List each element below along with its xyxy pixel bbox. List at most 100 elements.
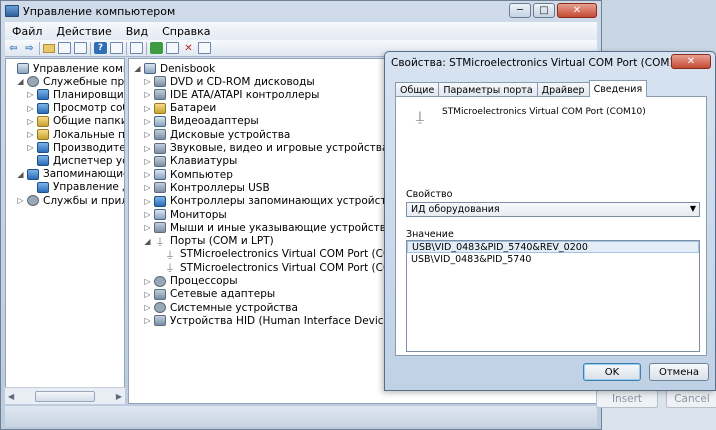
expand-arrow-icon[interactable]: ▷ [143,277,152,286]
value-list[interactable]: USB\VID_0483&PID_5740&REV_0200 USB\VID_0… [406,240,700,352]
scroll-left-icon[interactable]: ◀ [8,392,14,401]
expand-arrow-icon[interactable]: ▷ [143,303,152,312]
scroll-thumb[interactable] [35,390,95,402]
menu-action[interactable]: Действие [49,25,118,38]
collapse-arrow-icon[interactable]: ◢ [16,77,25,86]
console-tree-item[interactable]: ◢ Запоминающие устр [16,168,124,181]
expand-arrow-icon[interactable]: ▷ [26,130,35,139]
back-arrow-icon[interactable]: ⇦ [7,42,20,54]
console-tree-item[interactable]: ▷ Просмотр событ [26,102,124,115]
expand-arrow-icon[interactable]: ▷ [143,223,152,232]
title-bar[interactable]: Управление компьютером ─ □ ✕ [1,1,601,22]
expand-arrow-icon[interactable]: ▷ [143,144,152,153]
device-category-item[interactable]: ◢ ⍊ Порты (COM и LPT) [143,235,273,248]
menu-view[interactable]: Вид [119,25,155,38]
console-tree-item[interactable]: Диспетчер устро [26,154,124,167]
console-tree-item[interactable]: ▷ Службы и приложен [16,194,124,207]
collapse-arrow-icon[interactable]: ◢ [133,64,142,73]
tab-driver[interactable]: Драйвер [536,82,590,97]
console-tree-item[interactable]: ◢ Служебные програм [16,75,124,88]
expand-arrow-icon[interactable]: ▷ [143,77,152,86]
device-category-item[interactable]: ▷ Контроллеры USB [143,181,269,194]
device-category-item[interactable]: ▷ DVD и CD-ROM дисководы [143,75,314,88]
console-tree-item[interactable]: ▷ Планировщик за [26,88,124,101]
insert-button[interactable]: Insert [596,390,658,408]
console-tree-item[interactable]: Управление диск [26,181,124,194]
device-category-item[interactable]: ▷ Дисковые устройства [143,128,290,141]
disk-management-icon [37,181,49,193]
expand-arrow-icon[interactable]: ▷ [143,157,152,166]
device-category-item[interactable]: ▷ Компьютер [143,168,233,181]
expand-arrow-icon[interactable]: ▷ [143,90,152,99]
console-tree-item[interactable]: ▷ Общие папки [26,115,124,128]
expand-arrow-icon[interactable]: ▷ [26,117,35,126]
device-category-item[interactable]: ▷ Батареи [143,102,216,115]
scan-hardware-icon[interactable] [130,42,143,54]
expand-arrow-icon[interactable]: ▷ [143,316,152,325]
expand-arrow-icon[interactable]: ▷ [16,196,25,205]
property-select[interactable]: ИД оборудования ▼ [406,202,700,217]
up-folder-icon[interactable] [43,43,55,53]
expand-arrow-icon[interactable]: ▷ [26,104,35,113]
device-category-item[interactable]: ▷ Контроллеры запоминающих устройств [143,195,392,208]
expand-arrow-icon[interactable]: ▷ [26,143,35,152]
expand-arrow-icon[interactable]: ▷ [143,197,152,206]
expand-arrow-icon[interactable]: ▷ [26,90,35,99]
help-icon[interactable]: ? [94,42,107,54]
dialog-title[interactable]: Свойства: STMicroelectronics Virtual COM… [391,57,687,69]
ok-button[interactable]: OK [583,363,641,381]
device-category-item[interactable]: ▷ IDE ATA/ATAPI контроллеры [143,88,319,101]
enable-device-icon[interactable] [198,42,211,54]
show-hide-tree-icon[interactable] [58,42,71,54]
device-category-item[interactable]: ▷ Клавиатуры [143,155,237,168]
console-tree[interactable]: Управление компьютеро◢Служебные програм▷… [5,58,125,404]
horizontal-scrollbar[interactable]: ◀ ▶ [5,387,125,404]
value-item[interactable]: USB\VID_0483&PID_5740&REV_0200 [407,241,699,253]
expand-arrow-icon[interactable]: ▷ [143,290,152,299]
properties-dialog: Свойства: STMicroelectronics Virtual COM… [384,51,716,391]
expand-arrow-icon[interactable]: ▷ [143,170,152,179]
export-list-icon[interactable] [110,42,123,54]
scroll-right-icon[interactable]: ▶ [116,392,122,401]
tab-port-settings[interactable]: Параметры порта [438,82,538,97]
device-category-item[interactable]: ▷ Системные устройства [143,301,298,314]
properties-icon[interactable] [74,42,87,54]
menu-help[interactable]: Справка [155,25,217,38]
console-tree-item[interactable]: ▷ Производительн [26,141,124,154]
console-tree-item[interactable]: Управление компьютеро [6,62,124,75]
device-category-item[interactable]: ▷ Мыши и иные указывающие устройства [143,221,392,234]
uninstall-device-icon[interactable]: ✕ [182,42,195,54]
port-device-item[interactable]: ⍊ STMicroelectronics Virtual COM Port (CO… [153,248,418,261]
disable-device-icon[interactable] [166,42,179,54]
port-device-item[interactable]: ⍊ STMicroelectronics Virtual COM Port (CO… [153,261,418,274]
expand-arrow-icon[interactable]: ▷ [143,117,152,126]
update-driver-icon[interactable] [150,42,163,54]
services-icon [27,195,39,206]
device-category-item[interactable]: ▷ Сетевые адаптеры [143,288,275,301]
tab-details[interactable]: Сведения [588,80,648,97]
close-button[interactable]: ✕ [557,3,597,18]
console-tree-item[interactable]: ▷ Локальные польз [26,128,124,141]
value-item[interactable]: USB\VID_0483&PID_5740 [407,253,699,265]
device-category-item[interactable]: ▷ Видеоадаптеры [143,115,258,128]
device-category-item[interactable]: ▷ Мониторы [143,208,226,221]
background-cancel-button[interactable]: Cancel [666,390,716,408]
chevron-down-icon[interactable]: ▼ [690,204,696,213]
forward-arrow-icon[interactable]: ⇨ [23,42,36,54]
expand-arrow-icon[interactable]: ▷ [143,130,152,139]
expand-arrow-icon[interactable]: ▷ [143,104,152,113]
collapse-arrow-icon[interactable]: ◢ [16,170,25,179]
cancel-button[interactable]: Отмена [649,363,709,381]
expand-arrow-icon[interactable]: ▷ [143,183,152,192]
minimize-button[interactable]: ─ [509,3,531,18]
menu-file[interactable]: Файл [5,25,49,38]
device-category-item[interactable]: ▷ Звуковые, видео и игровые устройства [143,142,388,155]
device-category-item[interactable]: ▷ Устройства HID (Human Interface Devices… [143,314,399,327]
tab-general[interactable]: Общие [395,82,440,97]
device-tree-root[interactable]: ◢ Denisbook [133,62,215,75]
collapse-arrow-icon[interactable]: ◢ [143,237,152,246]
dialog-close-button[interactable]: ✕ [671,54,711,69]
expand-arrow-icon[interactable]: ▷ [143,210,152,219]
maximize-button[interactable]: □ [533,3,555,18]
device-category-item[interactable]: ▷ Процессоры [143,275,237,288]
